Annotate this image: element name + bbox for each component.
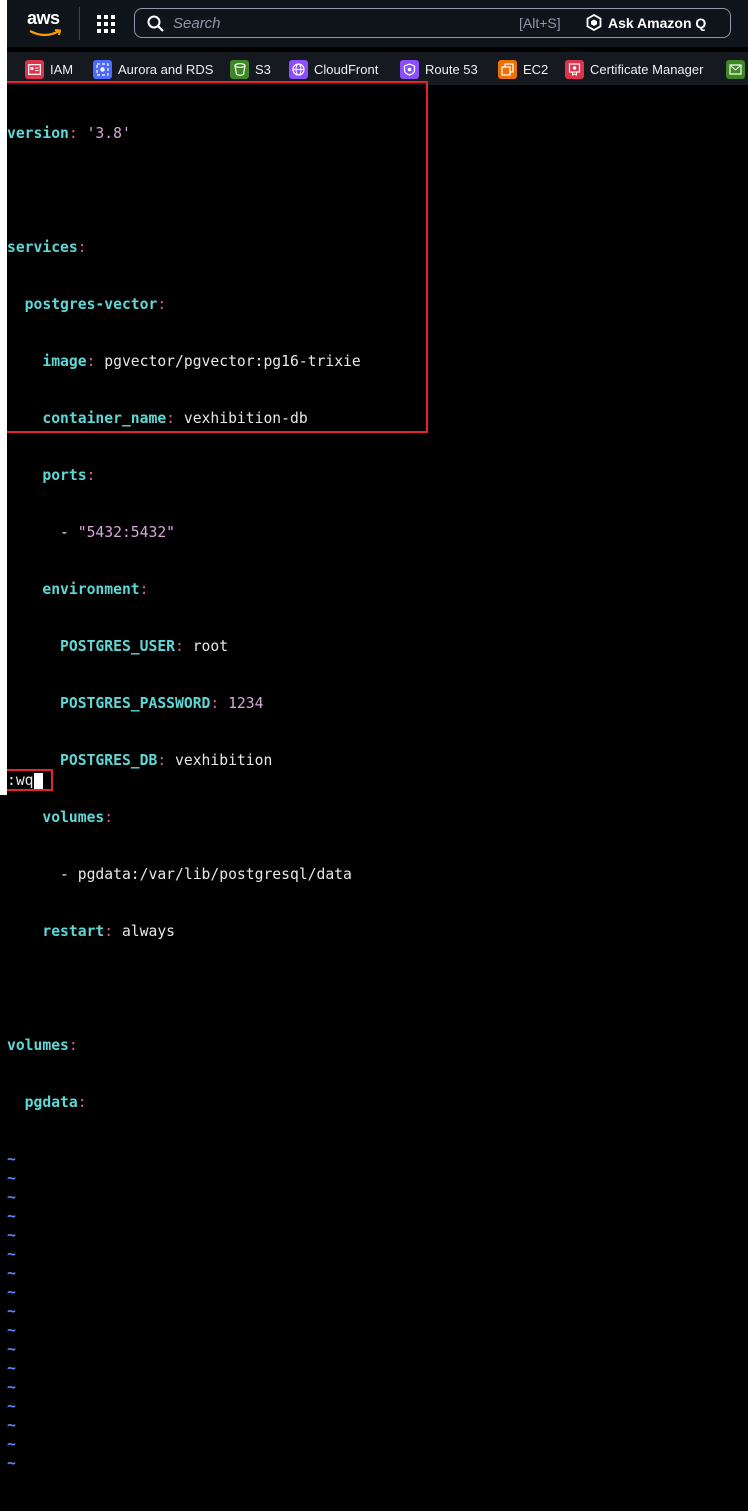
aws-logo[interactable]: aws bbox=[27, 8, 63, 38]
favorite-s3-label: S3 bbox=[255, 61, 271, 77]
s3-bucket-icon bbox=[230, 59, 249, 79]
empty-line-tilde: ~ bbox=[7, 1227, 16, 1244]
ask-amazon-q-label: Ask Amazon Q bbox=[608, 14, 707, 31]
empty-line-tilde: ~ bbox=[7, 1455, 16, 1472]
highlight-box-code bbox=[1, 81, 428, 433]
favorite-aurora-and-rds[interactable]: Aurora and RDS bbox=[93, 59, 213, 79]
code-line: POSTGRES_PASSWORD: 1234 bbox=[7, 695, 264, 712]
empty-line-tilde: ~ bbox=[7, 1417, 16, 1434]
code-line: ports: bbox=[7, 467, 96, 484]
iam-icon bbox=[25, 59, 44, 79]
favorite-more-partial[interactable] bbox=[726, 59, 745, 79]
code-line: volumes: bbox=[7, 809, 114, 826]
favorite-certificate-manager[interactable]: Certificate Manager bbox=[565, 59, 703, 79]
ask-amazon-q-button[interactable]: Ask Amazon Q bbox=[586, 14, 706, 31]
top-navigation-bar: aws [Alt+S] Ask Amazon Q bbox=[7, 0, 748, 47]
code-line: - pgdata:/var/lib/postgresql/data bbox=[7, 866, 352, 883]
favorite-ec2[interactable]: EC2 bbox=[498, 59, 548, 79]
aws-logo-text: aws bbox=[27, 8, 60, 28]
rds-icon bbox=[93, 59, 112, 79]
services-menu-grid-icon[interactable] bbox=[97, 15, 115, 33]
code-line: pgdata: bbox=[7, 1094, 87, 1111]
favorite-iam-label: IAM bbox=[50, 61, 74, 77]
favorite-certificate-manager-label: Certificate Manager bbox=[590, 61, 704, 77]
empty-line-tilde: ~ bbox=[7, 1303, 16, 1320]
favorite-s3[interactable]: S3 bbox=[230, 59, 271, 79]
empty-line-tilde: ~ bbox=[7, 1151, 16, 1168]
topbar-divider bbox=[79, 7, 80, 40]
favorite-route-53[interactable]: Route 53 bbox=[400, 59, 478, 79]
page-edge bbox=[0, 0, 7, 795]
empty-line-tilde: ~ bbox=[7, 1379, 16, 1396]
certificate-icon bbox=[565, 59, 584, 79]
amazon-q-icon bbox=[586, 14, 602, 31]
empty-line-tilde: ~ bbox=[7, 1208, 16, 1225]
ec2-chip-icon bbox=[498, 59, 517, 79]
empty-line-tilde: ~ bbox=[7, 1341, 16, 1358]
code-line: - "5432:5432" bbox=[7, 524, 176, 541]
empty-line-tilde: ~ bbox=[7, 1189, 16, 1206]
search-icon bbox=[147, 15, 164, 32]
empty-line-tilde: ~ bbox=[7, 1170, 16, 1187]
mail-icon bbox=[726, 59, 745, 79]
search-input[interactable] bbox=[173, 14, 473, 32]
search-shortcut-hint: [Alt+S] bbox=[519, 15, 561, 31]
code-line: POSTGRES_DB: vexhibition bbox=[7, 752, 273, 769]
empty-line-tilde: ~ bbox=[7, 1246, 16, 1263]
code-line: volumes: bbox=[7, 1037, 78, 1054]
empty-line-tilde: ~ bbox=[7, 1436, 16, 1453]
code-line: restart: always bbox=[7, 923, 176, 940]
vim-editor[interactable]: version: '3.8' services: postgres-vector… bbox=[1, 81, 748, 1472]
empty-line-tilde: ~ bbox=[7, 1284, 16, 1301]
empty-line-tilde: ~ bbox=[7, 1398, 16, 1415]
favorite-ec2-label: EC2 bbox=[523, 61, 549, 77]
favorite-aurora-and-rds-label: Aurora and RDS bbox=[118, 61, 214, 77]
empty-line-tilde: ~ bbox=[7, 1265, 16, 1282]
empty-line-tilde: ~ bbox=[7, 1360, 16, 1377]
empty-buffer-lines: ~ ~ ~ ~ ~ ~ ~ ~ ~ ~ ~ ~ ~ ~ ~ ~ ~ bbox=[7, 1150, 361, 1473]
aws-smile-icon bbox=[29, 29, 62, 37]
route53-shield-icon bbox=[400, 59, 419, 79]
favorite-cloudfront[interactable]: CloudFront bbox=[289, 59, 378, 79]
cloudfront-icon bbox=[289, 59, 308, 79]
code-line: POSTGRES_USER: root bbox=[7, 638, 229, 655]
search-box[interactable]: [Alt+S] Ask Amazon Q bbox=[134, 8, 731, 38]
highlight-box-command bbox=[1, 769, 53, 791]
favorite-iam[interactable]: IAM bbox=[25, 59, 73, 79]
empty-line-tilde: ~ bbox=[7, 1322, 16, 1339]
favorite-cloudfront-label: CloudFront bbox=[314, 61, 379, 77]
code-line: environment: bbox=[7, 581, 149, 598]
favorite-route-53-label: Route 53 bbox=[425, 61, 478, 77]
